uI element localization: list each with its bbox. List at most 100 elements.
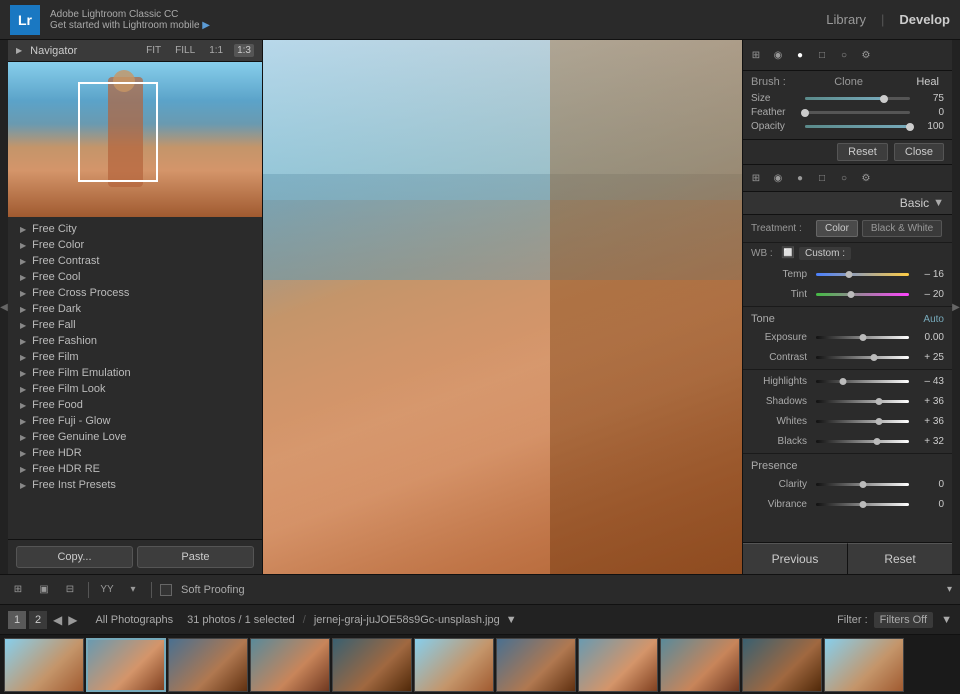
preset-free-fall[interactable]: ▶ Free Fall bbox=[8, 317, 262, 333]
app-title: Adobe Lightroom Classic CC Get started w… bbox=[50, 9, 826, 31]
preset-expand-icon: ▶ bbox=[20, 353, 26, 362]
preset-list: ▶ Free City ▶ Free Color ▶ Free Contrast… bbox=[8, 217, 262, 539]
tint-slider[interactable] bbox=[816, 293, 909, 296]
circle-tool-icon[interactable]: ● bbox=[791, 46, 809, 64]
toolbar-options-dropdown[interactable]: ▾ bbox=[947, 584, 952, 595]
left-panel-toggle[interactable]: ◀ bbox=[0, 40, 8, 574]
library-nav[interactable]: Library bbox=[826, 12, 866, 27]
nav-1-1-button[interactable]: 1:1 bbox=[206, 44, 226, 57]
preset-free-city[interactable]: ▶ Free City bbox=[8, 221, 262, 237]
temp-slider[interactable] bbox=[816, 273, 909, 276]
preset-free-fuji-glow[interactable]: ▶ Free Fuji - Glow bbox=[8, 413, 262, 429]
filmstrip-thumb-11[interactable] bbox=[824, 638, 904, 692]
wb-value[interactable]: Custom : bbox=[799, 247, 851, 260]
highlights-slider[interactable] bbox=[816, 380, 909, 383]
auto-tone-button[interactable]: Auto bbox=[923, 314, 944, 325]
preset-free-inst-presets[interactable]: ▶ Free Inst Presets bbox=[8, 477, 262, 493]
vibrance-slider[interactable] bbox=[816, 503, 909, 506]
square-tool-icon[interactable]: □ bbox=[813, 46, 831, 64]
filmstrip-thumb-6[interactable] bbox=[414, 638, 494, 692]
tint-label: Tint bbox=[751, 289, 813, 300]
right-panel: ⊞ ◉ ● □ ○ ⚙ Brush : Clone Heal Size 75 bbox=[742, 40, 952, 574]
develop-nav[interactable]: Develop bbox=[899, 12, 950, 27]
treatment-bw-button[interactable]: Black & White bbox=[862, 220, 942, 237]
nav-1-3-button[interactable]: 1:3 bbox=[234, 44, 254, 57]
grid-tool2-icon[interactable]: ⊞ bbox=[747, 169, 765, 187]
month-view-icon[interactable]: ▾ bbox=[123, 580, 143, 600]
nav-fill-button[interactable]: FILL bbox=[172, 44, 198, 57]
clarity-slider[interactable] bbox=[816, 483, 909, 486]
nav-fit-button[interactable]: FIT bbox=[143, 44, 164, 57]
filmstrip-thumb-10[interactable] bbox=[742, 638, 822, 692]
filmstrip-thumb-2[interactable] bbox=[86, 638, 166, 692]
filmstrip-thumb-5[interactable] bbox=[332, 638, 412, 692]
navigator-triangle[interactable]: ▶ bbox=[16, 46, 22, 55]
filled-circle2-icon[interactable]: ● bbox=[791, 169, 809, 187]
filmstrip-thumb-3[interactable] bbox=[168, 638, 248, 692]
film-path-arrow[interactable]: ▼ bbox=[506, 614, 517, 626]
preset-free-contrast[interactable]: ▶ Free Contrast bbox=[8, 253, 262, 269]
preset-free-food[interactable]: ▶ Free Food bbox=[8, 397, 262, 413]
preset-free-film-emulation[interactable]: ▶ Free Film Emulation bbox=[8, 365, 262, 381]
grid-tool-icon[interactable]: ⊞ bbox=[747, 46, 765, 64]
circle-outline2-icon[interactable]: ○ bbox=[835, 169, 853, 187]
preset-free-dark[interactable]: ▶ Free Dark bbox=[8, 301, 262, 317]
filter-dropdown-arrow[interactable]: ▼ bbox=[941, 614, 952, 626]
preset-free-color[interactable]: ▶ Free Color bbox=[8, 237, 262, 253]
preset-free-hdr-re[interactable]: ▶ Free HDR RE bbox=[8, 461, 262, 477]
page-1-button[interactable]: 1 bbox=[8, 611, 26, 629]
shadows-slider[interactable] bbox=[816, 400, 909, 403]
circle-outline-icon[interactable]: ○ bbox=[835, 46, 853, 64]
year-view-icon[interactable]: YY bbox=[97, 580, 117, 600]
preset-free-film-look[interactable]: ▶ Free Film Look bbox=[8, 381, 262, 397]
preset-free-hdr[interactable]: ▶ Free HDR bbox=[8, 445, 262, 461]
whites-slider[interactable] bbox=[816, 420, 909, 423]
brush-reset-button[interactable]: Reset bbox=[837, 143, 888, 161]
paste-button[interactable]: Paste bbox=[137, 546, 254, 568]
filter-value-dropdown[interactable]: Filters Off bbox=[874, 612, 933, 628]
filmstrip-thumb-7[interactable] bbox=[496, 638, 576, 692]
brush-feather-slider[interactable] bbox=[805, 111, 910, 114]
settings-tool-icon[interactable]: ⚙ bbox=[857, 46, 875, 64]
app-logo: Lr bbox=[10, 5, 40, 35]
blacks-slider[interactable] bbox=[816, 440, 909, 443]
brush-close-button[interactable]: Close bbox=[894, 143, 944, 161]
circle2-tool-icon[interactable]: ◉ bbox=[769, 169, 787, 187]
tint-slider-row: Tint – 20 bbox=[743, 286, 952, 303]
preset-free-cool[interactable]: ▶ Free Cool bbox=[8, 269, 262, 285]
brush-size-label: Size bbox=[751, 93, 801, 104]
preset-free-genuine-love[interactable]: ▶ Free Genuine Love bbox=[8, 429, 262, 445]
square2-tool-icon[interactable]: □ bbox=[813, 169, 831, 187]
preset-free-cross-process[interactable]: ▶ Free Cross Process bbox=[8, 285, 262, 301]
basic-panel-arrow[interactable]: ▼ bbox=[933, 197, 944, 209]
preset-free-fashion[interactable]: ▶ Free Fashion bbox=[8, 333, 262, 349]
filmstrip-thumb-4[interactable] bbox=[250, 638, 330, 692]
brush-size-row: Size 75 bbox=[751, 93, 944, 104]
histogram-tool-icon[interactable]: ◉ bbox=[769, 46, 787, 64]
blacks-slider-row: Blacks + 32 bbox=[743, 433, 952, 450]
filmstrip-thumb-9[interactable] bbox=[660, 638, 740, 692]
brush-opacity-slider[interactable] bbox=[805, 125, 910, 128]
previous-button[interactable]: Previous bbox=[743, 543, 848, 574]
right-panel-toggle[interactable]: ▶ bbox=[952, 40, 960, 574]
eyedropper-icon[interactable]: 🔲 bbox=[781, 246, 795, 260]
soft-proofing-checkbox[interactable] bbox=[160, 584, 172, 596]
brush-size-slider[interactable] bbox=[805, 97, 910, 100]
exposure-slider[interactable] bbox=[816, 336, 909, 339]
copy-button[interactable]: Copy... bbox=[16, 546, 133, 568]
grid-view-icon[interactable]: ⊞ bbox=[8, 580, 28, 600]
reset-button[interactable]: Reset bbox=[848, 543, 952, 574]
preset-free-film[interactable]: ▶ Free Film bbox=[8, 349, 262, 365]
brush-heal-button[interactable]: Heal bbox=[911, 75, 944, 89]
survey-view-icon[interactable]: ⊟ bbox=[60, 580, 80, 600]
filmstrip-thumb-1[interactable] bbox=[4, 638, 84, 692]
compare-view-icon[interactable]: ▣ bbox=[34, 580, 54, 600]
treatment-color-button[interactable]: Color bbox=[816, 220, 858, 237]
filmstrip-prev-nav[interactable]: ◀ bbox=[53, 613, 62, 627]
contrast-slider[interactable] bbox=[816, 356, 909, 359]
settings2-tool-icon[interactable]: ⚙ bbox=[857, 169, 875, 187]
filmstrip-thumb-8[interactable] bbox=[578, 638, 658, 692]
page-2-button[interactable]: 2 bbox=[29, 611, 47, 629]
brush-clone-button[interactable]: Clone bbox=[829, 75, 868, 89]
filmstrip-next-nav[interactable]: ▶ bbox=[68, 613, 77, 627]
